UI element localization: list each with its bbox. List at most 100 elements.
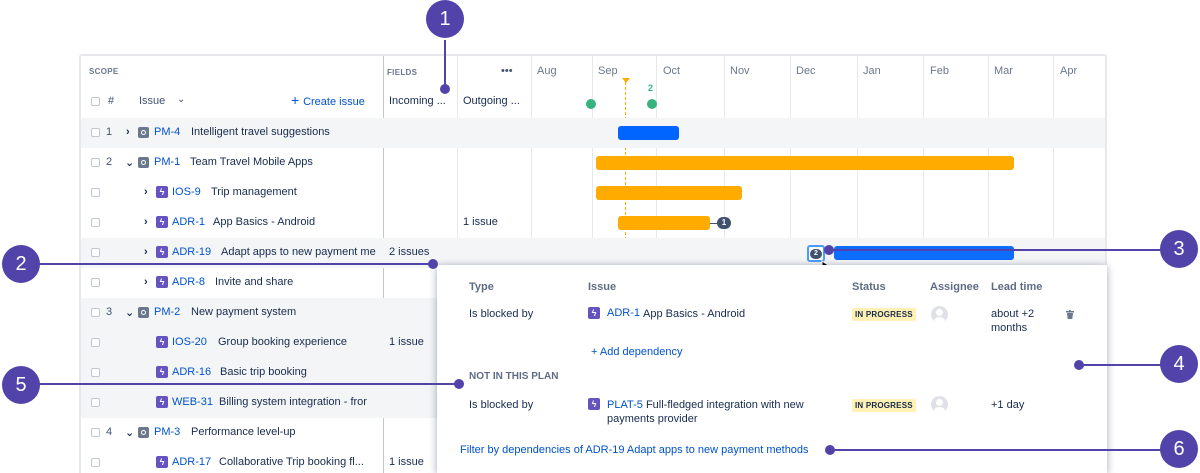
issue-key[interactable]: PM-4 bbox=[154, 126, 180, 138]
column-issue[interactable]: Issue bbox=[139, 95, 165, 107]
issue-title: New payment system bbox=[191, 306, 297, 318]
issue-title: Team Travel Mobile Apps bbox=[190, 156, 313, 168]
create-issue-button[interactable]: + Create issue bbox=[291, 92, 365, 108]
column-outgoing[interactable]: Outgoing ... bbox=[463, 95, 520, 107]
epic-icon: ϟ bbox=[156, 276, 168, 288]
popup-header-assignee: Assignee bbox=[930, 281, 979, 293]
epic-icon: ϟ bbox=[156, 396, 168, 408]
row-checkbox[interactable] bbox=[91, 398, 100, 407]
callout-line bbox=[829, 249, 1162, 251]
row-checkbox[interactable] bbox=[91, 338, 100, 347]
callout-dot bbox=[1074, 360, 1084, 370]
month-label: Feb bbox=[930, 65, 949, 77]
issue-title: Trip management bbox=[211, 186, 297, 198]
chevron-right-icon[interactable]: › bbox=[144, 186, 148, 198]
status-badge: IN PROGRESS bbox=[852, 308, 916, 321]
issue-key[interactable]: ADR-17 bbox=[172, 456, 211, 468]
row-checkbox[interactable] bbox=[91, 458, 100, 467]
row-checkbox[interactable] bbox=[91, 158, 100, 167]
issue-title: Invite and share bbox=[215, 276, 294, 288]
epic-icon: ϟ bbox=[156, 366, 168, 378]
create-issue-label: Create issue bbox=[303, 96, 365, 108]
schedule-bar[interactable] bbox=[618, 126, 679, 140]
table-row[interactable]: 1 › PM-4 Intelligent travel suggestions bbox=[81, 118, 1105, 148]
issue-key[interactable]: IOS-20 bbox=[172, 336, 207, 348]
issue-key[interactable]: ADR-19 bbox=[172, 246, 211, 258]
column-incoming[interactable]: Incoming ... bbox=[389, 95, 446, 107]
schedule-bar[interactable] bbox=[596, 156, 1014, 170]
chevron-down-icon[interactable]: ⌄ bbox=[125, 156, 134, 169]
release-milestone[interactable] bbox=[647, 99, 657, 109]
table-row[interactable]: 2 ⌄ PM-1 Team Travel Mobile Apps bbox=[81, 148, 1105, 178]
chevron-down-icon[interactable]: ⌄ bbox=[177, 94, 185, 105]
row-number: 4 bbox=[106, 426, 113, 438]
popup-header-lead-time: Lead time bbox=[991, 281, 1043, 293]
row-checkbox[interactable] bbox=[91, 218, 100, 227]
release-milestone[interactable] bbox=[586, 99, 596, 109]
add-dependency-button[interactable]: + Add dependency bbox=[591, 346, 682, 358]
row-checkbox[interactable] bbox=[91, 428, 100, 437]
issue-key[interactable]: PM-1 bbox=[154, 156, 180, 168]
dependency-issue-key[interactable]: PLAT-5 bbox=[607, 399, 643, 411]
issue-key[interactable]: IOS-9 bbox=[172, 186, 201, 198]
row-checkbox[interactable] bbox=[91, 278, 100, 287]
epic-icon: ϟ bbox=[156, 336, 168, 348]
chevron-right-icon[interactable]: › bbox=[144, 276, 148, 288]
initiative-icon bbox=[138, 157, 149, 168]
callout-line bbox=[38, 263, 434, 265]
row-checkbox[interactable] bbox=[91, 188, 100, 197]
month-label: Aug bbox=[537, 65, 557, 77]
filter-dependencies-link[interactable]: Filter by dependencies of ADR-19 Adapt a… bbox=[460, 444, 809, 456]
select-all-checkbox[interactable] bbox=[91, 97, 100, 106]
chevron-right-icon[interactable]: › bbox=[144, 246, 148, 258]
chevron-down-icon[interactable]: ⌄ bbox=[125, 306, 134, 319]
issue-key[interactable]: WEB-31 bbox=[172, 396, 213, 408]
initiative-icon bbox=[138, 307, 149, 318]
issue-key[interactable]: ADR-1 bbox=[172, 216, 205, 228]
callout-line bbox=[38, 383, 458, 385]
month-label: Jan bbox=[863, 65, 881, 77]
callout-dot bbox=[824, 245, 834, 255]
chevron-right-icon[interactable]: › bbox=[126, 126, 130, 138]
dependency-type: Is blocked by bbox=[469, 308, 534, 320]
chevron-right-icon[interactable]: › bbox=[144, 216, 148, 228]
epic-icon: ϟ bbox=[588, 307, 600, 319]
schedule-bar[interactable] bbox=[618, 216, 710, 230]
callout-line bbox=[830, 449, 1162, 451]
incoming-dependencies[interactable]: 2 issues bbox=[389, 246, 429, 258]
dependency-badge[interactable]: 2 bbox=[810, 249, 822, 259]
issue-key[interactable]: PM-2 bbox=[154, 306, 180, 318]
table-row[interactable]: › ϟ ADR-1 App Basics - Android 1 issue 1 bbox=[81, 208, 1105, 238]
row-checkbox[interactable] bbox=[91, 308, 100, 317]
plus-icon: + bbox=[291, 92, 304, 108]
row-number: 2 bbox=[106, 156, 113, 168]
today-marker-icon bbox=[622, 78, 630, 83]
initiative-icon bbox=[138, 427, 149, 438]
chevron-down-icon[interactable]: ⌄ bbox=[125, 426, 134, 439]
issue-title: Collaborative Trip booking fl... bbox=[219, 456, 364, 468]
table-row[interactable]: › ϟ IOS-9 Trip management bbox=[81, 178, 1105, 208]
lead-time: about +2 months bbox=[991, 308, 1035, 334]
issue-title: Group booking experience bbox=[218, 336, 348, 348]
row-checkbox[interactable] bbox=[91, 368, 100, 377]
epic-icon: ϟ bbox=[156, 216, 168, 228]
dependency-issue-key[interactable]: ADR-1 bbox=[607, 307, 640, 319]
row-number: 1 bbox=[106, 126, 113, 138]
incoming-dependencies[interactable]: 1 issue bbox=[389, 456, 424, 468]
row-checkbox[interactable] bbox=[91, 248, 100, 257]
incoming-dependencies[interactable]: 1 issue bbox=[389, 336, 424, 348]
issue-key[interactable]: ADR-16 bbox=[172, 366, 211, 378]
issue-key[interactable]: PM-3 bbox=[154, 426, 180, 438]
epic-icon: ϟ bbox=[156, 186, 168, 198]
dependency-badge[interactable]: 1 bbox=[717, 217, 731, 229]
avatar bbox=[931, 396, 948, 413]
issue-title: Performance level-up bbox=[191, 426, 296, 438]
column-number: # bbox=[108, 95, 115, 107]
fields-more-icon[interactable]: ••• bbox=[501, 65, 513, 77]
outgoing-dependencies[interactable]: 1 issue bbox=[463, 216, 498, 228]
trash-icon[interactable] bbox=[1066, 310, 1074, 322]
issue-key[interactable]: ADR-8 bbox=[172, 276, 205, 288]
row-checkbox[interactable] bbox=[91, 128, 100, 137]
schedule-bar[interactable] bbox=[596, 186, 742, 200]
issue-title: App Basics - Android bbox=[213, 216, 316, 228]
